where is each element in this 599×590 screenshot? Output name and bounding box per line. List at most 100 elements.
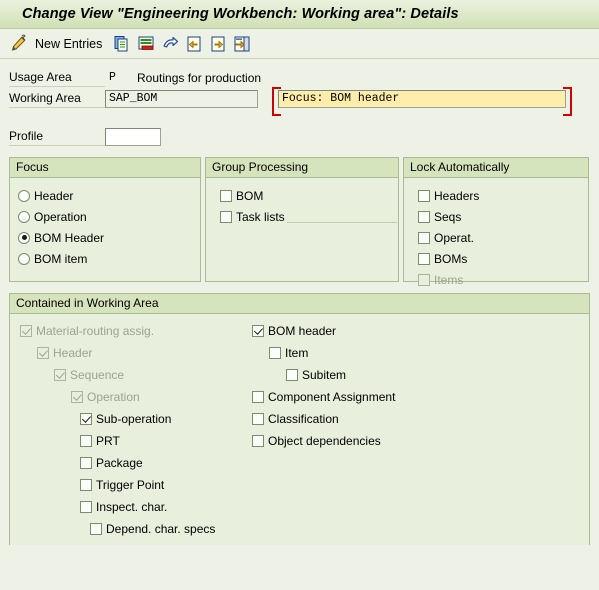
checkbox-trigger-point[interactable]: Trigger Point <box>10 474 246 496</box>
checkbox-icon <box>220 189 232 202</box>
checkbox-label: Task lists <box>236 209 285 224</box>
next-entry-icon[interactable] <box>207 33 229 55</box>
checkbox-operation: Operation <box>10 386 246 408</box>
checkbox-inspect-char[interactable]: Inspect. char. <box>10 496 246 518</box>
checkbox-task-lists[interactable]: Task lists <box>214 206 398 227</box>
checkbox-label: BOM header <box>268 324 337 338</box>
checkbox-label: Headers <box>434 188 480 203</box>
new-entries-button[interactable]: New Entries <box>35 37 102 51</box>
checkbox-operat[interactable]: Operat. <box>412 227 588 248</box>
checkbox-label: Sequence <box>70 368 125 382</box>
checkbox-label: Depend. char. specs <box>106 522 216 536</box>
focus-description-input[interactable] <box>278 89 566 108</box>
checkbox-subitem[interactable]: Subitem <box>246 364 546 386</box>
focus-group-title: Focus <box>10 158 200 178</box>
lock-automatically-title: Lock Automatically <box>404 158 588 178</box>
checkbox-icon <box>80 457 92 469</box>
checkbox-component-assignment[interactable]: Component Assignment <box>246 386 546 408</box>
checkbox-headers[interactable]: Headers <box>412 185 588 206</box>
usage-area-text: Routings for production <box>137 70 262 85</box>
group-processing-title: Group Processing <box>206 158 398 178</box>
checkbox-label: Seqs <box>434 209 462 224</box>
previous-entry-icon[interactable] <box>183 33 205 55</box>
checkbox-prt[interactable]: PRT <box>10 430 246 452</box>
checkbox-bom[interactable]: BOM <box>214 185 398 206</box>
checkbox-label: Material-routing assig. <box>36 324 155 338</box>
checkbox-icon <box>80 501 92 513</box>
contained-in-working-area-panel: Contained in Working Area Material-routi… <box>9 293 590 545</box>
checkbox-icon <box>252 391 264 403</box>
focus-group: Focus Header Operation BOM Header BOM it… <box>9 157 201 282</box>
checkbox-icon <box>418 210 430 223</box>
checkbox-icon <box>418 189 430 202</box>
usage-area-row: Usage Area P Routings for production <box>9 68 599 87</box>
checkbox-package[interactable]: Package <box>10 452 246 474</box>
checkbox-label: PRT <box>96 434 120 448</box>
delete-row-icon[interactable] <box>135 33 157 55</box>
profile-input[interactable] <box>105 127 161 146</box>
checkbox-label: Operation <box>87 390 140 404</box>
radio-label: BOM item <box>34 251 88 266</box>
working-area-input[interactable] <box>105 89 258 108</box>
contained-columns: Material-routing assig. Header Sequence … <box>10 314 589 540</box>
checkbox-label: Item <box>285 346 309 360</box>
radio-label: Operation <box>34 209 87 224</box>
checkbox-boms[interactable]: BOMs <box>412 248 588 269</box>
checkbox-icon <box>418 252 430 265</box>
checkbox-depend-char-specs[interactable]: Depend. char. specs <box>10 518 246 540</box>
checkbox-icon <box>90 523 102 535</box>
checkbox-label: Subitem <box>302 368 347 382</box>
undo-icon[interactable] <box>159 33 181 55</box>
working-area-row: Working Area <box>9 86 599 116</box>
checkbox-item[interactable]: Item <box>246 342 546 364</box>
radio-bom-item[interactable]: BOM item <box>18 248 200 269</box>
checkbox-icon-checked <box>252 325 264 337</box>
checkbox-label: BOMs <box>434 251 468 266</box>
pencil-icon[interactable] <box>7 33 29 55</box>
checkbox-icon-checked-disabled <box>54 369 66 381</box>
checkbox-icon-checked-disabled <box>37 347 49 359</box>
checkbox-icon <box>286 369 298 381</box>
focus-field-wrapper <box>272 86 572 116</box>
radio-header[interactable]: Header <box>18 185 200 206</box>
checkbox-icon <box>80 479 92 491</box>
radio-operation[interactable]: Operation <box>18 206 200 227</box>
profile-row: Profile <box>9 127 599 146</box>
radio-label: BOM Header <box>34 230 105 245</box>
radio-bom-header[interactable]: BOM Header <box>18 227 200 248</box>
checkbox-icon <box>269 347 281 359</box>
checkbox-icon <box>252 435 264 447</box>
checkbox-icon <box>220 210 232 223</box>
checkbox-label: Object dependencies <box>268 434 381 448</box>
details-icon[interactable] <box>231 33 253 55</box>
checkbox-label: Package <box>96 456 143 470</box>
task-lists-underline <box>286 210 397 223</box>
copy-icon[interactable] <box>111 33 133 55</box>
checkbox-label: Component Assignment <box>268 390 396 404</box>
contained-right-column: BOM header Item Subitem Component Assign… <box>246 320 546 540</box>
checkbox-bom-header[interactable]: BOM header <box>246 320 546 342</box>
checkbox-classification[interactable]: Classification <box>246 408 546 430</box>
checkbox-label: BOM <box>236 188 264 203</box>
usage-area-label: Usage Area <box>9 69 105 87</box>
checkbox-icon <box>80 435 92 447</box>
checkbox-label: Header <box>53 346 93 360</box>
checkbox-material-routing-assig: Material-routing assig. <box>10 320 246 342</box>
checkbox-object-dependencies[interactable]: Object dependencies <box>246 430 546 452</box>
page-title: Change View "Engineering Workbench: Work… <box>22 6 459 22</box>
checkbox-label: Trigger Point <box>96 478 165 492</box>
checkbox-label: Operat. <box>434 230 475 245</box>
checkbox-icon-checked-disabled <box>71 391 83 403</box>
checkbox-items-disabled: Items <box>412 269 588 290</box>
radio-icon <box>18 189 30 202</box>
checkbox-seqs[interactable]: Seqs <box>412 206 588 227</box>
checkbox-sub-operation[interactable]: Sub-operation <box>10 408 246 430</box>
contained-left-column: Material-routing assig. Header Sequence … <box>10 320 246 540</box>
group-processing-body: BOM Task lists <box>206 178 398 281</box>
checkbox-header: Header <box>10 342 246 364</box>
checkbox-icon-disabled <box>418 273 430 286</box>
contained-panel-title: Contained in Working Area <box>10 294 589 314</box>
radio-icon <box>18 252 30 265</box>
checkbox-sequence: Sequence <box>10 364 246 386</box>
checkbox-icon <box>418 231 430 244</box>
